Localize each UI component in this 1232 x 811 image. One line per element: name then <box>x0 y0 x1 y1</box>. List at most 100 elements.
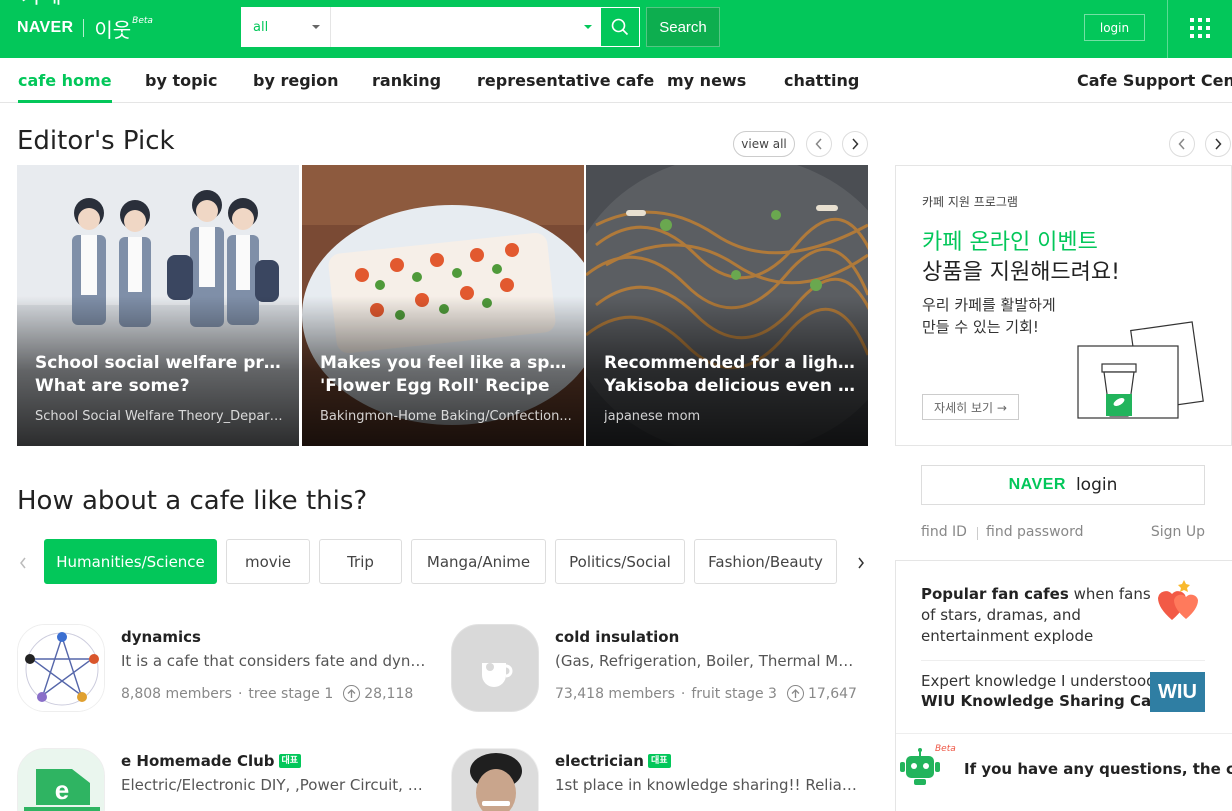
nav-chatting[interactable]: chatting <box>784 58 859 103</box>
wiu-logo: WIU <box>1150 672 1205 712</box>
search-input[interactable] <box>331 7 600 47</box>
cafe-description: It is a cafe that considers fate and dyn… <box>121 652 426 670</box>
category-chip[interactable]: Politics/Social <box>555 539 685 584</box>
cafe-name: e Homemade Club 대표 <box>121 752 302 770</box>
nav-by-topic[interactable]: by topic <box>145 58 218 103</box>
nav-cafe-home[interactable]: cafe home <box>18 58 112 103</box>
card-source: School Social Welfare Theory_Depart... <box>35 409 287 424</box>
search-autocomplete-toggle-icon[interactable] <box>584 25 592 29</box>
chevron-left-icon[interactable] <box>16 553 30 573</box>
sign-up-link[interactable]: Sign Up <box>1151 524 1205 540</box>
editors-pick-prev-button[interactable] <box>806 131 832 157</box>
card-title-line1: Makes you feel like a spri... <box>320 353 572 373</box>
cafe-list-item[interactable]: e e Homemade Club 대표 Electric/Electronic … <box>17 748 437 811</box>
chevron-left-icon <box>1178 138 1185 150</box>
nav-my-news[interactable]: my news <box>667 58 746 103</box>
category-chip[interactable]: Trip <box>319 539 402 584</box>
cafe-rank: 17,647 <box>807 685 857 702</box>
chevron-right-icon <box>852 138 859 150</box>
search-icon-button[interactable] <box>600 7 640 47</box>
cafe-stage: tree stage 1 <box>248 685 334 702</box>
cafe-name: cold insulation <box>555 628 680 646</box>
cafe-description: 1st place in knowledge sharing!! Reliabi… <box>555 776 860 794</box>
search-scope-value: all <box>253 19 269 35</box>
card-title-line2: What are some? <box>35 376 190 396</box>
banner-headline-green: 카페 온라인 이벤트 <box>922 230 1098 255</box>
search-icon <box>611 18 629 36</box>
login-panel: NAVER login find ID find password Sign U… <box>895 446 1232 560</box>
naver-cafe-logo[interactable]: NAVER 카페 이웃 Beta <box>17 0 153 42</box>
promo-divider <box>896 733 1232 734</box>
find-divider <box>977 527 978 540</box>
coffee-cup-icon <box>482 663 513 687</box>
naver-login-button[interactable]: NAVER login <box>921 465 1205 505</box>
category-chip[interactable]: Manga/Anime <box>411 539 546 584</box>
card-title-line2: Yakisoba delicious even w... <box>604 376 856 396</box>
pentagram-logo-icon <box>18 625 104 711</box>
banner-headline: 상품을 지원해드려요! <box>922 260 1120 285</box>
wiu-promo-line2[interactable]: WIU Knowledge Sharing Cafe <box>921 692 1168 710</box>
naver-brand-text: NAVER <box>1008 476 1066 493</box>
cafe-thumbnail <box>451 748 539 811</box>
apps-grid-icon[interactable] <box>1190 18 1210 38</box>
nav-cafe-support-center[interactable]: Cafe Support Center <box>1077 58 1232 103</box>
chevron-left-icon <box>815 138 822 150</box>
search-box: all <box>241 7 600 47</box>
chevron-right-icon <box>1215 138 1222 150</box>
representative-badge: 대표 <box>647 754 671 768</box>
recommend-title: How about a cafe like this? <box>17 486 368 516</box>
wiu-promo-line1[interactable]: Expert knowledge I understood <box>921 672 1156 690</box>
nav-ranking[interactable]: ranking <box>372 58 441 103</box>
editors-pick-next-button[interactable] <box>842 131 868 157</box>
banner-more-button[interactable]: 자세히 보기 → <box>922 394 1019 420</box>
view-all-button[interactable]: view all <box>733 131 795 157</box>
rank-up-icon <box>786 685 804 702</box>
sidebar-next-button[interactable] <box>1205 131 1231 157</box>
coffee-coupon-illustration <box>1077 321 1204 419</box>
meta-dot: · <box>680 685 686 702</box>
bot-beta-label: Beta <box>935 744 956 754</box>
cafe-help-bot-text[interactable]: If you have any questions, the cafe <box>964 760 1232 778</box>
nav-by-region[interactable]: by region <box>253 58 339 103</box>
card-title-line1: School social welfare prac... <box>35 353 287 373</box>
category-chip[interactable]: Humanities/Science <box>44 539 217 584</box>
cafe-name: dynamics <box>121 628 201 646</box>
nav-representative-cafe[interactable]: representative cafe <box>477 58 654 103</box>
category-chip[interactable]: Fashion/Beauty <box>694 539 837 584</box>
find-password-link[interactable]: find password <box>986 524 1084 540</box>
top-header-bar: NAVER 카페 이웃 Beta all Search login <box>0 0 1232 58</box>
fan-cafe-promo[interactable]: Popular fan cafes when fans of stars, dr… <box>921 584 1161 647</box>
cafe-stage: fruit stage 3 <box>691 685 777 702</box>
cafe-list-item[interactable]: dynamics It is a cafe that considers fat… <box>17 624 437 724</box>
editors-pick-card[interactable]: School social welfare prac... What are s… <box>17 165 299 446</box>
representative-badge: 대표 <box>278 754 302 768</box>
login-button[interactable]: login <box>1084 14 1145 41</box>
header-divider <box>1167 0 1168 58</box>
category-chip[interactable]: movie <box>226 539 310 584</box>
sidebar-prev-button[interactable] <box>1169 131 1195 157</box>
card-title-line1: Recommended for a light ... <box>604 353 856 373</box>
search-scope-select[interactable]: all <box>241 7 331 47</box>
chevron-right-icon[interactable] <box>854 553 868 573</box>
cafe-members: 73,418 members <box>555 685 675 702</box>
cafe-list-item[interactable]: cold insulation (Gas, Refrigeration, Boi… <box>451 624 871 724</box>
cafe-description: Electric/Electronic DIY, ,Power Circuit,… <box>121 776 426 794</box>
cafe-meta: 73,418 members · fruit stage 3 17,647 <box>555 685 857 702</box>
robot-icon <box>900 748 940 785</box>
editors-pick-card[interactable]: Recommended for a light ... Yakisoba del… <box>586 165 868 446</box>
meta-dot: · <box>237 685 243 702</box>
editors-pick-card[interactable]: Makes you feel like a spri... 'Flower Eg… <box>302 165 584 446</box>
search-button[interactable]: Search <box>646 7 720 47</box>
cafe-members: 8,808 members <box>121 685 232 702</box>
banner-desc-line2: 만들 수 있는 기회! <box>922 318 1039 336</box>
cafe-list-item[interactable]: electrician 대표 1st place in knowledge sha… <box>451 748 871 811</box>
cafe-description: (Gas, Refrigeration, Boiler, Thermal Man… <box>555 652 860 670</box>
cafe-thumbnail: e <box>17 748 105 811</box>
editors-pick-title: Editor's Pick <box>17 126 175 156</box>
banner-desc-line1: 우리 카페를 활발하게 <box>922 296 1056 314</box>
find-id-link[interactable]: find ID <box>921 524 967 540</box>
chevron-down-icon <box>312 25 320 29</box>
cafe-support-banner[interactable]: 카페 지원 프로그램 카페 온라인 이벤트 상품을 지원해드려요! 우리 카페를… <box>895 165 1232 446</box>
card-source: japanese mom <box>604 409 701 424</box>
card-title-line2: 'Flower Egg Roll' Recipe <box>320 376 550 396</box>
